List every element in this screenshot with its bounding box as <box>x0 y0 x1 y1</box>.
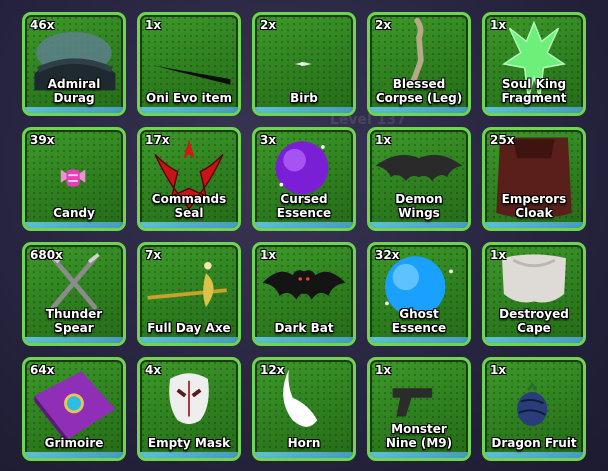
item-name: Ghost Essence <box>391 307 447 335</box>
item-count: 7x <box>145 248 162 262</box>
item-name: Destroyed Cape <box>499 307 569 335</box>
inventory-slot-demon-wings[interactable]: 1x Demon Wings <box>367 127 471 231</box>
inventory-slot-birb[interactable]: 2x Birb <box>252 12 356 116</box>
item-count: 25x <box>490 133 515 147</box>
item-count: 680x <box>30 248 63 262</box>
inventory-slot-thunder-spear[interactable]: 680x Thunder Spear <box>22 242 126 346</box>
item-name: Full Day Axe <box>147 321 231 335</box>
item-count: 64x <box>30 363 55 377</box>
item-count: 4x <box>145 363 162 377</box>
item-name: Dark Bat <box>274 321 334 335</box>
inventory-slot-dragon-fruit[interactable]: 1x Dragon Fruit <box>482 357 586 461</box>
item-name: Oni Evo item <box>146 91 232 105</box>
inventory-slot-soul-king-fragment[interactable]: 1x Soul King Fragment <box>482 12 586 116</box>
item-name: Emperors Cloak <box>501 192 567 220</box>
inventory-slot-emperors-cloak[interactable]: 25x Emperors Cloak <box>482 127 586 231</box>
inventory-slot-empty-mask[interactable]: 4x Empty Mask <box>137 357 241 461</box>
item-count: 1x <box>490 248 507 262</box>
item-name: Empty Mask <box>147 436 231 450</box>
inventory-slot-blessed-corpse-leg[interactable]: 2x Blessed Corpse (Leg) <box>367 12 471 116</box>
item-name: Dragon Fruit <box>491 436 577 450</box>
inventory-slot-candy[interactable]: 39x Candy <box>22 127 126 231</box>
item-count: 1x <box>490 363 507 377</box>
item-count: 1x <box>375 133 392 147</box>
item-name: Candy <box>53 206 95 220</box>
item-count: 1x <box>490 18 507 32</box>
item-count: 1x <box>375 363 392 377</box>
item-count: 2x <box>260 18 277 32</box>
inventory-slot-cursed-essence[interactable]: 3x Cursed Essence <box>252 127 356 231</box>
item-count: 3x <box>260 133 277 147</box>
item-count: 1x <box>145 18 162 32</box>
item-name: Soul King Fragment <box>501 77 567 105</box>
inventory-slot-full-day-axe[interactable]: 7x Full Day Axe <box>137 242 241 346</box>
item-name: Birb <box>290 91 318 105</box>
item-name: Blessed Corpse (Leg) <box>375 77 463 105</box>
inventory-slot-destroyed-cape[interactable]: 1x Destroyed Cape <box>482 242 586 346</box>
item-name: Demon Wings <box>395 192 443 220</box>
item-count: 39x <box>30 133 55 147</box>
inventory-slot-admiral-durag[interactable]: 46x Admiral Durag <box>22 12 126 116</box>
item-count: 32x <box>375 248 400 262</box>
inventory-slot-commands-seal[interactable]: 17x Commands Seal <box>137 127 241 231</box>
item-name: Admiral Durag <box>47 77 101 105</box>
item-name: Commands Seal <box>151 192 227 220</box>
item-count: 17x <box>145 133 170 147</box>
inventory-slot-monster-nine[interactable]: 1x Monster Nine (M9) <box>367 357 471 461</box>
item-name: Monster Nine (M9) <box>385 422 453 450</box>
item-count: 2x <box>375 18 392 32</box>
inventory-grid: 46x Admiral Durag 1x Oni Evo item 2x Bir… <box>0 0 608 471</box>
inventory-slot-horn[interactable]: 12x Horn <box>252 357 356 461</box>
item-name: Thunder Spear <box>45 307 103 335</box>
item-count: 46x <box>30 18 55 32</box>
inventory-slot-oni-evo-item[interactable]: 1x Oni Evo item <box>137 12 241 116</box>
inventory-slot-dark-bat[interactable]: 1x Dark Bat <box>252 242 356 346</box>
item-count: 1x <box>260 248 277 262</box>
inventory-slot-ghost-essence[interactable]: 32x Ghost Essence <box>367 242 471 346</box>
item-name: Grimoire <box>44 436 104 450</box>
item-name: Horn <box>287 436 321 450</box>
item-count: 12x <box>260 363 285 377</box>
inventory-slot-grimoire[interactable]: 64x Grimoire <box>22 357 126 461</box>
item-name: Cursed Essence <box>276 192 332 220</box>
